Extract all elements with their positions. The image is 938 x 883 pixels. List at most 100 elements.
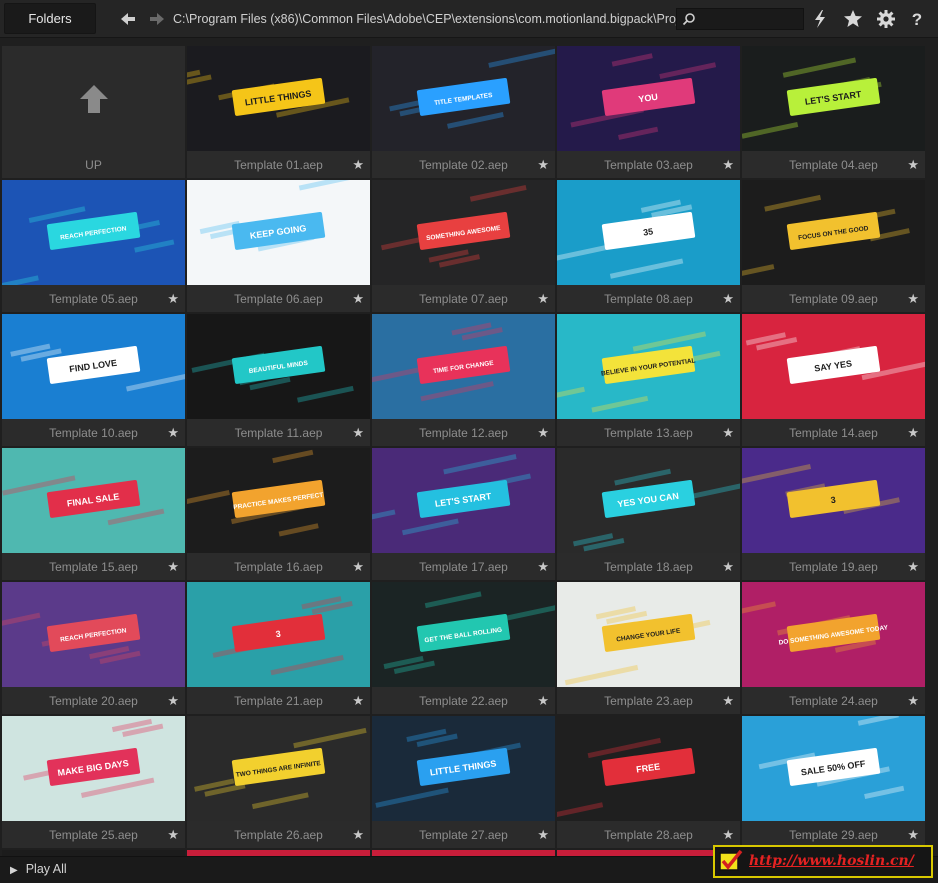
favorite-star-icon[interactable]: ★ bbox=[722, 559, 734, 575]
template-label: Template 03.aep bbox=[604, 158, 693, 172]
template-tile[interactable]: REACH PERFECTION Template 20.aep ★ bbox=[2, 582, 185, 714]
template-tile[interactable]: FREE Template 28.aep ★ bbox=[557, 716, 740, 848]
thumbnail-art: TWO THINGS ARE INFINITE bbox=[194, 727, 367, 810]
template-tile[interactable]: FIND LOVE Template 10.aep ★ bbox=[2, 314, 185, 446]
favorite-star-icon[interactable]: ★ bbox=[907, 693, 919, 709]
template-tile[interactable]: LET'S START Template 04.aep ★ bbox=[742, 46, 925, 178]
template-tile[interactable]: LITTLE THINGS Template 01.aep ★ bbox=[187, 46, 370, 178]
template-tile[interactable]: BELIEVE IN YOUR POTENTIAL Template 13.aep… bbox=[557, 314, 740, 446]
template-thumbnail: TITLE TEMPLATES bbox=[372, 46, 555, 151]
template-tile[interactable]: LET'S START Template 17.aep ★ bbox=[372, 448, 555, 580]
template-label: Template 06.aep bbox=[234, 292, 323, 306]
favorite-star-icon[interactable]: ★ bbox=[907, 425, 919, 441]
template-tile[interactable]: SALE 50% OFF Template 29.aep ★ bbox=[742, 716, 925, 848]
help-icon[interactable]: ? bbox=[906, 8, 928, 30]
template-thumbnail: 35 bbox=[557, 180, 740, 285]
template-thumbnail: FREE bbox=[557, 716, 740, 821]
template-tile[interactable]: DO SOMETHING AWESOME TODAY Template 24.ae… bbox=[742, 582, 925, 714]
template-label: Template 28.aep bbox=[604, 828, 693, 842]
favorite-star-icon[interactable]: ★ bbox=[352, 559, 364, 575]
back-arrow-icon[interactable] bbox=[119, 10, 137, 28]
template-tile[interactable]: 35 Template 08.aep ★ bbox=[557, 180, 740, 312]
favorite-star-icon[interactable]: ★ bbox=[907, 559, 919, 575]
template-tile[interactable]: 3 Template 19.aep ★ bbox=[742, 448, 925, 580]
favorite-star-icon[interactable]: ★ bbox=[352, 425, 364, 441]
favorite-star-icon[interactable]: ★ bbox=[907, 291, 919, 307]
template-thumbnail: SOMETHING AWESOME bbox=[372, 180, 555, 285]
favorite-star-icon[interactable]: ★ bbox=[722, 425, 734, 441]
template-thumbnail: LITTLE THINGS bbox=[372, 716, 555, 821]
favorite-star-icon[interactable]: ★ bbox=[167, 291, 179, 307]
thumbnail-art: FIND LOVE bbox=[10, 343, 185, 392]
template-tile[interactable]: TWO THINGS ARE INFINITE Template 26.aep ★ bbox=[187, 716, 370, 848]
favorite-star-icon[interactable]: ★ bbox=[722, 291, 734, 307]
template-thumbnail: BEAUTIFUL MINDS bbox=[187, 314, 370, 419]
favorite-star-icon[interactable]: ★ bbox=[722, 693, 734, 709]
template-thumbnail: GET THE BALL ROLLING bbox=[372, 582, 555, 687]
thumbnail-art: REACH PERFECTION bbox=[2, 206, 175, 285]
forward-arrow-icon[interactable] bbox=[148, 10, 166, 28]
favorite-star-icon[interactable]: ★ bbox=[352, 827, 364, 843]
up-folder-tile[interactable]: UP bbox=[2, 46, 185, 178]
play-all-label: Play All bbox=[25, 862, 67, 876]
template-tile[interactable]: BEAUTIFUL MINDS Template 11.aep ★ bbox=[187, 314, 370, 446]
template-tile[interactable]: KEEP GOING Template 06.aep ★ bbox=[187, 180, 370, 312]
template-tile[interactable]: TIME FOR CHANGE Template 12.aep ★ bbox=[372, 314, 555, 446]
template-label: Template 23.aep bbox=[604, 694, 693, 708]
thumbnail-art: TIME FOR CHANGE bbox=[372, 322, 511, 402]
favorite-star-icon[interactable]: ★ bbox=[537, 425, 549, 441]
template-tile[interactable]: GET THE BALL ROLLING Template 22.aep ★ bbox=[372, 582, 555, 714]
thumbnail-art: MAKE BIG DAYS bbox=[23, 718, 164, 798]
up-arrow-icon bbox=[80, 85, 108, 113]
favorite-star-icon[interactable]: ★ bbox=[537, 157, 549, 173]
search-input[interactable] bbox=[676, 8, 804, 30]
template-tile[interactable]: REACH PERFECTION Template 05.aep ★ bbox=[2, 180, 185, 312]
favorite-star-icon[interactable]: ★ bbox=[167, 559, 179, 575]
favorite-star-icon[interactable]: ★ bbox=[537, 559, 549, 575]
template-tile[interactable]: SAY YES Template 14.aep ★ bbox=[742, 314, 925, 446]
gear-icon[interactable] bbox=[875, 8, 897, 30]
favorite-star-icon[interactable]: ★ bbox=[352, 291, 364, 307]
template-tile[interactable]: TITLE TEMPLATES Template 02.aep ★ bbox=[372, 46, 555, 178]
lightning-icon[interactable] bbox=[809, 8, 831, 30]
template-tile[interactable]: YOU Template 03.aep ★ bbox=[557, 46, 740, 178]
favorite-star-icon[interactable]: ★ bbox=[352, 693, 364, 709]
template-label: Template 16.aep bbox=[234, 560, 323, 574]
folders-button[interactable]: Folders bbox=[4, 3, 96, 34]
template-label: Template 21.aep bbox=[234, 694, 323, 708]
template-thumbnail: YOU bbox=[557, 46, 740, 151]
favorite-star-icon[interactable]: ★ bbox=[167, 425, 179, 441]
template-label: Template 07.aep bbox=[419, 292, 508, 306]
thumbnail-art: SAY YES bbox=[745, 332, 925, 384]
template-thumbnail: TWO THINGS ARE INFINITE bbox=[187, 716, 370, 821]
template-tile[interactable]: PRACTICE MAKES PERFECT Template 16.aep ★ bbox=[187, 448, 370, 580]
template-tile[interactable]: CHANGE YOUR LIFE Template 23.aep ★ bbox=[557, 582, 740, 714]
template-tile[interactable]: 3 Template 21.aep ★ bbox=[187, 582, 370, 714]
template-label: Template 20.aep bbox=[49, 694, 138, 708]
template-tile[interactable]: FINAL SALE Template 15.aep ★ bbox=[2, 448, 185, 580]
template-label: Template 13.aep bbox=[604, 426, 693, 440]
template-tile[interactable]: MAKE BIG DAYS Template 25.aep ★ bbox=[2, 716, 185, 848]
play-all-button[interactable]: ▶ Play All bbox=[10, 862, 67, 876]
thumbnail-art: 35 bbox=[557, 199, 696, 279]
template-tile[interactable]: LITTLE THINGS Template 27.aep ★ bbox=[372, 716, 555, 848]
thumbnail-art: CHANGE YOUR LIFE bbox=[564, 606, 711, 686]
path-field[interactable]: C:\Program Files (x86)\Common Files\Adob… bbox=[173, 9, 676, 29]
star-icon[interactable] bbox=[842, 8, 864, 30]
favorite-star-icon[interactable]: ★ bbox=[907, 827, 919, 843]
favorite-star-icon[interactable]: ★ bbox=[722, 157, 734, 173]
template-tile[interactable]: YES YOU CAN Template 18.aep ★ bbox=[557, 448, 740, 580]
favorite-star-icon[interactable]: ★ bbox=[907, 157, 919, 173]
favorite-star-icon[interactable]: ★ bbox=[722, 827, 734, 843]
template-thumbnail: BELIEVE IN YOUR POTENTIAL bbox=[557, 314, 740, 419]
favorite-star-icon[interactable]: ★ bbox=[537, 693, 549, 709]
favorite-star-icon[interactable]: ★ bbox=[352, 157, 364, 173]
favorite-star-icon[interactable]: ★ bbox=[537, 827, 549, 843]
template-tile[interactable]: FOCUS ON THE GOOD Template 09.aep ★ bbox=[742, 180, 925, 312]
favorite-star-icon[interactable]: ★ bbox=[167, 693, 179, 709]
template-label: Template 15.aep bbox=[49, 560, 138, 574]
favorite-star-icon[interactable]: ★ bbox=[167, 827, 179, 843]
template-thumbnail: LET'S START bbox=[742, 46, 925, 151]
favorite-star-icon[interactable]: ★ bbox=[537, 291, 549, 307]
template-tile[interactable]: SOMETHING AWESOME Template 07.aep ★ bbox=[372, 180, 555, 312]
